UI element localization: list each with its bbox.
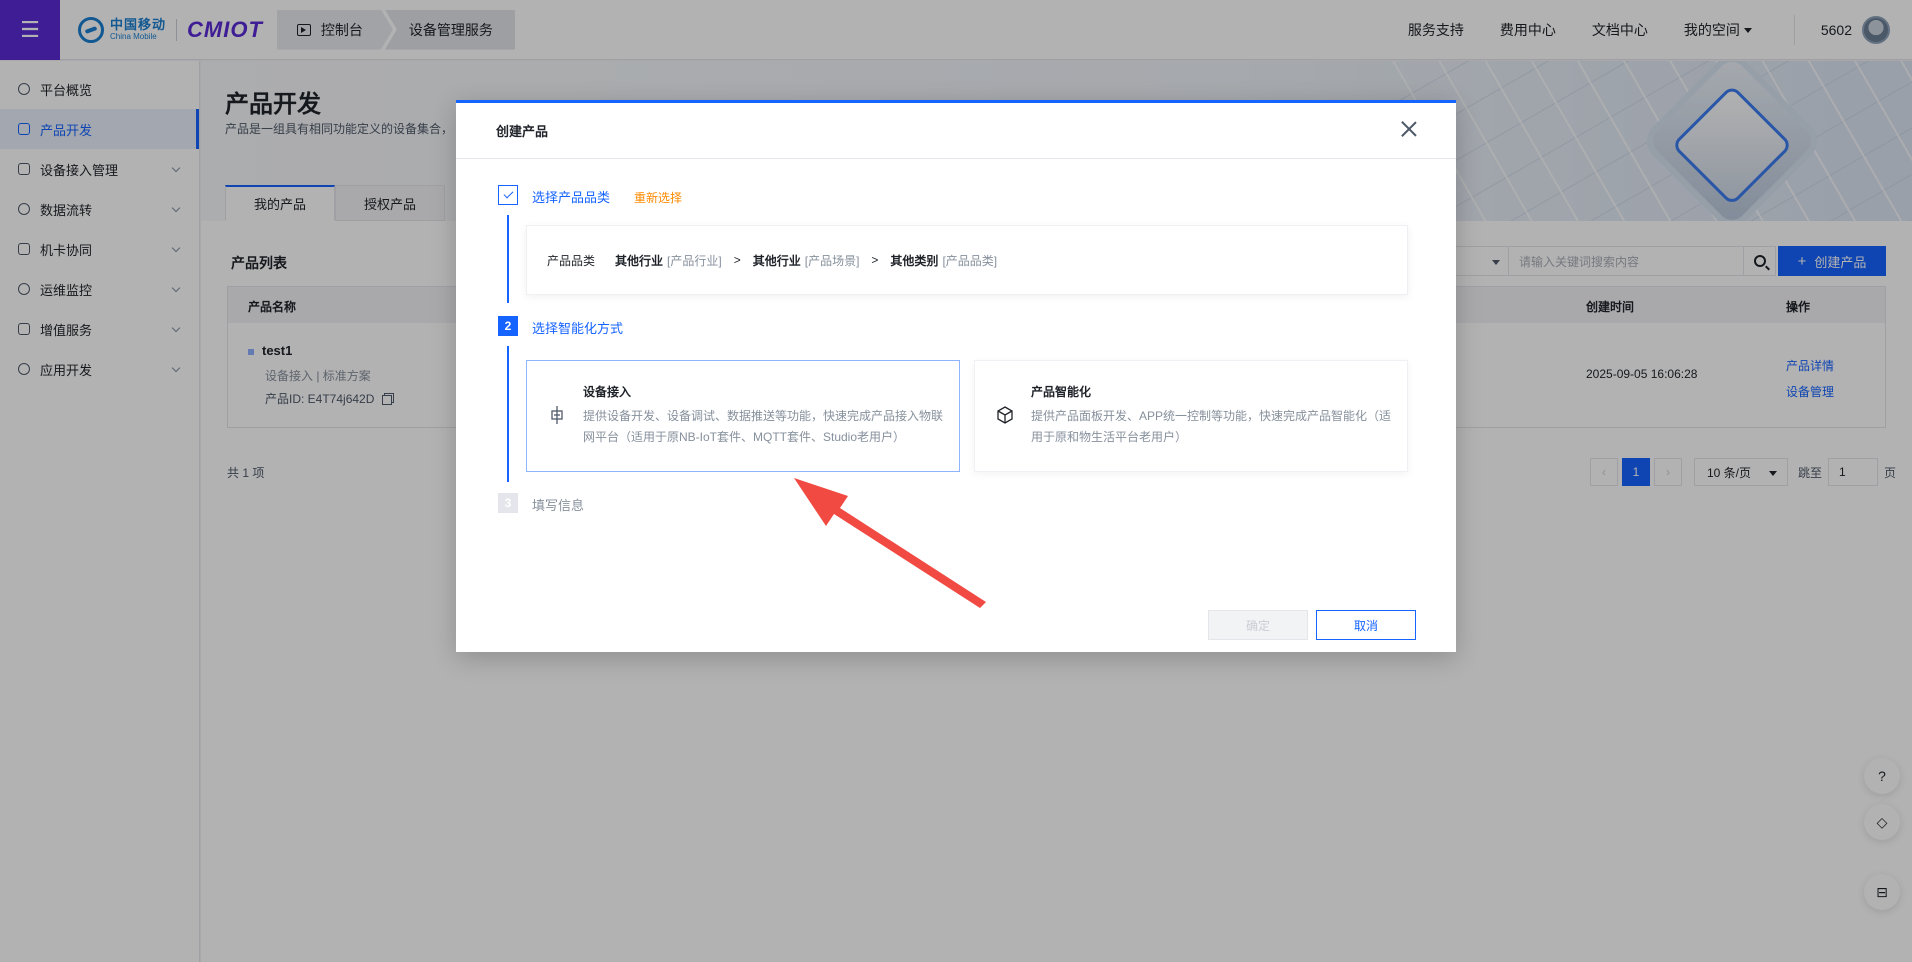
step-2-number: 2: [498, 316, 518, 336]
option-product-smart-desc: 提供产品面板开发、APP统一控制等功能，快速完成产品智能化（适用于原和物生活平台…: [1031, 409, 1392, 444]
reselect-link[interactable]: 重新选择: [634, 189, 682, 206]
close-icon[interactable]: [1400, 120, 1418, 138]
step-2-label: 选择智能化方式: [532, 321, 624, 336]
dialog-footer: 确定 取消: [1208, 610, 1416, 640]
step-3-label: 填写信息: [532, 498, 585, 513]
category-label: 产品品类: [547, 253, 596, 268]
category-separator: >: [871, 253, 879, 267]
step-2-connector: [507, 346, 509, 482]
cube-icon: [997, 406, 1013, 424]
option-device-access-desc: 提供设备开发、设备调试、数据推送等功能，快速完成产品接入物联网平台（适用于原NB…: [583, 409, 944, 444]
option-device-access-title: 设备接入: [583, 385, 632, 399]
category-industry: 其他行业: [615, 253, 664, 268]
option-device-access[interactable]: 设备接入 提供设备开发、设备调试、数据推送等功能，快速完成产品接入物联网平台（适…: [526, 360, 960, 472]
step-1-label: 选择产品品类: [532, 190, 611, 205]
category-summary: 产品品类 其他行业 [产品行业] > 其他行业 [产品场景] > 其他类别 [产…: [526, 225, 1408, 295]
step-1-check-icon: [498, 185, 518, 205]
option-product-smart[interactable]: 产品智能化 提供产品面板开发、APP统一控制等功能，快速完成产品智能化（适用于原…: [974, 360, 1408, 472]
device-access-icon: [551, 406, 563, 424]
category-scene-tag: [产品场景]: [804, 253, 860, 268]
dialog-header: 创建产品: [456, 103, 1456, 159]
option-product-smart-title: 产品智能化: [1031, 385, 1092, 399]
category-industry-tag: [产品行业]: [667, 253, 722, 268]
cancel-button[interactable]: 取消: [1316, 610, 1416, 640]
dialog-title: 创建产品: [496, 124, 549, 139]
category-separator: >: [733, 253, 741, 267]
step-3-number: 3: [498, 493, 518, 513]
category-type: 其他类别: [890, 253, 939, 268]
confirm-button[interactable]: 确定: [1208, 610, 1308, 640]
step-1-connector: [507, 215, 509, 303]
category-scene: 其他行业: [752, 253, 801, 268]
annotation-arrow: [794, 478, 986, 608]
category-type-tag: [产品品类]: [942, 253, 998, 268]
